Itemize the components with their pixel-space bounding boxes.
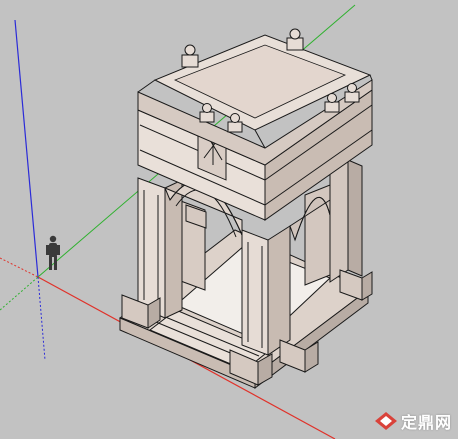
scene-canvas[interactable] xyxy=(0,0,458,439)
finial-right-front xyxy=(324,93,340,113)
green-axis-dotted xyxy=(0,276,39,311)
pillar-right-corner xyxy=(329,159,349,283)
red-axis-dotted xyxy=(0,257,39,278)
blue-axis xyxy=(14,19,39,278)
model-viewport[interactable]: 定鼎网 xyxy=(0,0,458,439)
pavilion-model[interactable] xyxy=(119,28,373,390)
finial-back-left xyxy=(181,44,199,68)
watermark: 定鼎网 xyxy=(374,409,452,433)
pillar-front-right xyxy=(241,229,269,356)
pillar-front-left xyxy=(137,177,166,319)
diamond-logo-icon xyxy=(374,412,397,430)
watermark-text: 定鼎网 xyxy=(400,413,452,432)
person-figure-icon[interactable] xyxy=(46,235,60,270)
blue-axis-dotted xyxy=(37,276,46,361)
finial-back-right xyxy=(286,28,304,51)
